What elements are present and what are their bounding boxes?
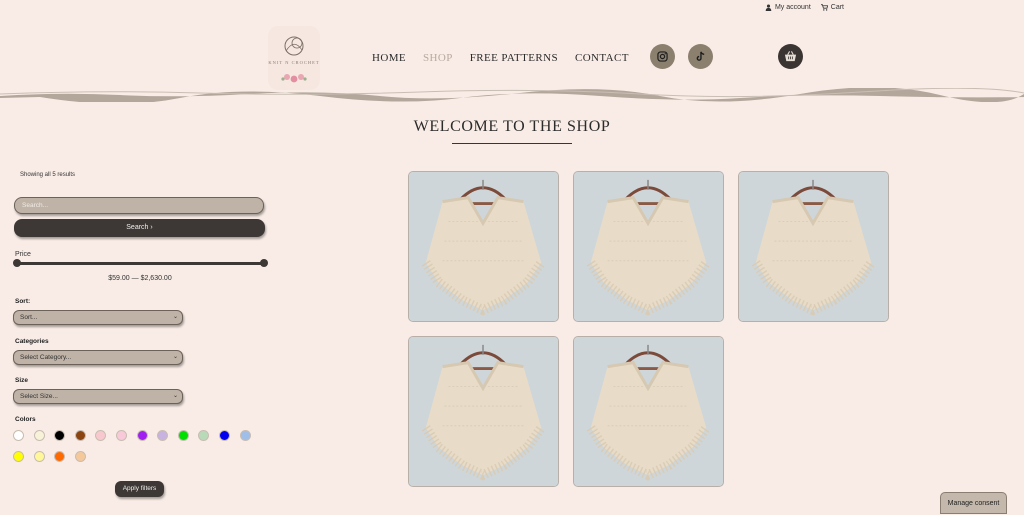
product-image [409, 337, 558, 486]
product-image [574, 172, 723, 321]
cart-label: Cart [830, 4, 844, 11]
color-swatch[interactable] [239, 430, 251, 441]
sort-select[interactable]: Sort... ⌄ [13, 310, 183, 325]
instagram-icon [657, 51, 668, 62]
header-wave-divider [0, 88, 1024, 102]
apply-filters-button[interactable]: Apply filters [115, 481, 164, 497]
nav-item-shop[interactable]: SHOP [423, 52, 453, 64]
cart-link[interactable]: Cart [820, 4, 844, 11]
nav-item-home[interactable]: HOME [372, 52, 406, 64]
color-swatch[interactable] [33, 451, 45, 462]
product-card[interactable] [573, 336, 724, 487]
product-image [409, 172, 558, 321]
size-select[interactable]: Select Size... ⌄ [13, 389, 183, 404]
color-swatch[interactable] [157, 430, 169, 441]
price-range-text: $59.00 — $2,630.00 [108, 275, 172, 282]
colors-label: Colors [15, 416, 36, 423]
product-image [739, 172, 888, 321]
categories-select[interactable]: Select Category... ⌄ [13, 350, 183, 365]
manage-consent-button[interactable]: Manage consent [940, 492, 1007, 514]
color-swatch[interactable] [54, 451, 66, 462]
results-count: Showing all 5 results [20, 172, 76, 178]
color-swatch[interactable] [74, 430, 86, 441]
categories-select-value: Select Category... [20, 354, 72, 361]
product-card[interactable] [573, 171, 724, 322]
product-card[interactable] [738, 171, 889, 322]
price-slider-max-handle[interactable] [260, 259, 268, 267]
basket-button[interactable] [778, 44, 803, 69]
size-select-value: Select Size... [20, 393, 58, 400]
sort-select-value: Sort... [20, 314, 38, 321]
color-swatch[interactable] [136, 430, 148, 441]
nav-item-free-patterns[interactable]: FREE PATTERNS [470, 52, 558, 64]
search-input[interactable]: Search... [14, 197, 264, 214]
color-swatch[interactable] [13, 430, 24, 441]
my-account-link[interactable]: My account [765, 4, 811, 11]
color-swatch[interactable] [116, 430, 127, 441]
chevron-down-icon: ⌄ [172, 354, 178, 360]
page-title: WELCOME TO THE SHOP [413, 118, 611, 135]
color-swatch[interactable] [54, 430, 66, 441]
logo-wordmark: KNIT N CROCHET [268, 60, 320, 65]
chevron-down-icon: ⌄ [172, 314, 178, 320]
main-nav: HOME SHOP FREE PATTERNS CONTACT [372, 52, 629, 64]
search-button[interactable]: Search › [14, 219, 265, 237]
color-swatch[interactable] [198, 430, 210, 441]
cart-icon [820, 4, 828, 11]
color-swatch[interactable] [13, 451, 24, 462]
product-image [574, 337, 723, 486]
top-utility-bar: My account Cart [765, 4, 844, 11]
product-card[interactable] [408, 171, 559, 322]
sort-label: Sort: [15, 298, 31, 305]
logo-mark-icon [268, 26, 320, 90]
chevron-down-icon: ⌄ [172, 393, 178, 399]
price-label: Price [15, 251, 31, 258]
color-swatch[interactable] [95, 430, 107, 441]
user-icon [765, 4, 772, 11]
site-logo[interactable]: KNIT N CROCHET [266, 24, 322, 92]
tiktok-icon [696, 51, 705, 61]
nav-item-contact[interactable]: CONTACT [575, 52, 629, 64]
color-swatch[interactable] [74, 451, 86, 462]
categories-label: Categories [15, 338, 49, 345]
color-swatch[interactable] [219, 430, 230, 441]
color-swatch[interactable] [33, 430, 45, 441]
tiktok-button[interactable] [688, 44, 713, 69]
price-slider-track[interactable] [16, 262, 264, 265]
size-label: Size [15, 377, 29, 384]
basket-icon [784, 51, 797, 62]
color-swatch[interactable] [177, 430, 189, 441]
product-card[interactable] [408, 336, 559, 487]
price-slider-min-handle[interactable] [13, 259, 21, 267]
instagram-button[interactable] [650, 44, 675, 69]
my-account-label: My account [774, 4, 811, 11]
title-underline [452, 143, 572, 144]
